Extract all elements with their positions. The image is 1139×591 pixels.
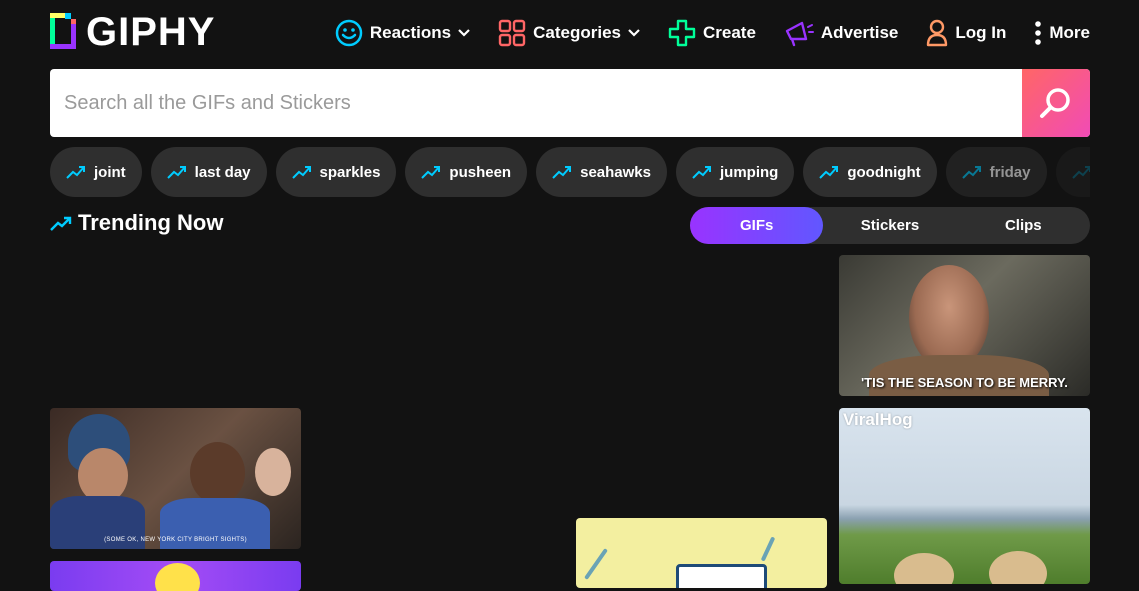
gif-card[interactable]: (SOME OK, NEW YORK CITY BRIGHT SIGHTS) <box>50 408 301 549</box>
header: GIPHY Reactions Categories Create Advert… <box>50 10 1090 58</box>
trending-pill[interactable]: friday <box>945 147 1047 197</box>
trending-pill[interactable]: last day <box>150 147 267 197</box>
viralhog-watermark: ViralHog <box>843 410 913 429</box>
main-nav: Reactions Categories Create Advertise Lo… <box>335 16 1090 50</box>
trending-arrow-icon <box>421 166 441 179</box>
gif-thumbnail <box>760 536 776 562</box>
search-button[interactable] <box>1022 69 1090 137</box>
tab-stickers[interactable]: Stickers <box>823 207 956 244</box>
gif-card[interactable] <box>50 561 301 591</box>
nav-login-label: Log In <box>955 23 1007 42</box>
gif-thumbnail <box>584 548 608 580</box>
trending-arrow-icon <box>961 166 981 179</box>
giphy-logo-icon <box>50 13 78 51</box>
trending-searches: joint last day sparkles pusheen seahawks… <box>50 147 1090 197</box>
content-type-tabs: GIFs Stickers Clips <box>690 207 1090 244</box>
tab-clips[interactable]: Clips <box>957 207 1090 244</box>
trending-arrow-icon <box>1071 166 1090 179</box>
gif-thumbnail <box>989 551 1047 584</box>
trending-pill-label: goodnight <box>847 163 921 181</box>
nav-login[interactable]: Log In <box>926 19 1006 47</box>
trending-arrow-icon <box>50 216 72 231</box>
nav-advertise[interactable]: Advertise <box>784 19 898 47</box>
trending-pill[interactable]: sparkles <box>275 147 397 197</box>
trending-pill-label: last day <box>194 163 251 181</box>
smiley-icon <box>335 19 363 47</box>
gif-thumbnail <box>155 563 200 591</box>
nav-categories[interactable]: Categories <box>498 19 640 47</box>
trending-pill-label: joint <box>94 163 126 181</box>
tab-gifs[interactable]: GIFs <box>690 207 824 244</box>
trending-pill[interactable]: goodnight <box>803 147 937 197</box>
gif-card[interactable]: 'TIS THE SEASON TO BE MERRY. <box>839 255 1090 396</box>
chevron-down-icon <box>458 29 470 37</box>
trending-pill[interactable]: jumping <box>676 147 795 197</box>
nav-categories-label: Categories <box>533 23 621 42</box>
trending-pill-overflow[interactable] <box>1055 147 1090 197</box>
trending-pill-label: pusheen <box>449 163 512 181</box>
nav-create[interactable]: Create <box>668 19 756 47</box>
search-input[interactable] <box>50 69 1010 137</box>
kebab-icon <box>1035 21 1042 45</box>
trending-pill-label: friday <box>989 163 1031 181</box>
trending-heading: Trending Now <box>50 210 223 236</box>
trending-pill[interactable]: pusheen <box>405 147 528 197</box>
gif-thumbnail <box>255 448 291 496</box>
trending-pill-label: sparkles <box>319 163 381 181</box>
trending-arrow-icon <box>166 166 186 179</box>
nav-more[interactable]: More <box>1034 20 1090 46</box>
plus-icon <box>668 19 696 47</box>
trending-pill-label: jumping <box>720 163 779 181</box>
nav-reactions[interactable]: Reactions <box>335 19 470 47</box>
trending-arrow-icon <box>291 166 311 179</box>
search-bar <box>50 69 1090 137</box>
trending-arrow-icon <box>66 166 85 179</box>
trending-pill[interactable]: joint <box>50 147 142 197</box>
gif-thumbnail <box>894 553 954 584</box>
grid-icon <box>498 19 526 47</box>
gif-caption: 'TIS THE SEASON TO BE MERRY. <box>861 375 1068 390</box>
megaphone-icon <box>785 21 814 47</box>
search-icon <box>1040 88 1070 118</box>
nav-create-label: Create <box>702 23 756 42</box>
trending-arrow-icon <box>552 166 572 179</box>
user-icon <box>927 19 948 47</box>
gif-thumbnail <box>78 448 128 503</box>
trending-pill[interactable]: seahawks <box>536 147 667 197</box>
trending-pill-label: seahawks <box>580 163 651 181</box>
gif-card[interactable] <box>576 518 827 588</box>
nav-advertise-label: Advertise <box>820 23 899 42</box>
gif-thumbnail <box>190 442 245 504</box>
trending-title: Trending Now <box>78 210 224 235</box>
gif-card[interactable]: ViralHog <box>839 408 1090 584</box>
nav-reactions-label: Reactions <box>369 23 452 42</box>
trending-arrow-icon <box>692 166 711 179</box>
chevron-down-icon <box>628 29 640 37</box>
logo-text: GIPHY <box>86 10 216 54</box>
gif-caption: (SOME OK, NEW YORK CITY BRIGHT SIGHTS) <box>104 537 247 543</box>
nav-more-label: More <box>1049 23 1090 42</box>
giphy-logo[interactable]: GIPHY <box>50 12 215 52</box>
gif-thumbnail <box>676 564 767 588</box>
trending-arrow-icon <box>819 166 839 179</box>
